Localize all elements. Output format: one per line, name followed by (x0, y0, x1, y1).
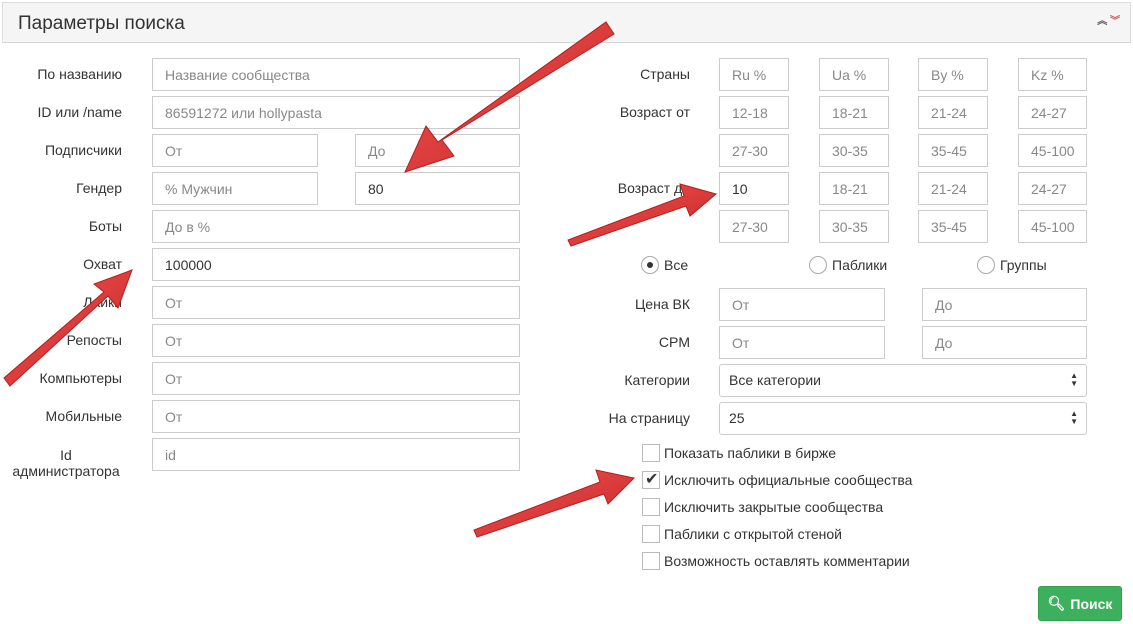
admin-id-label: Id администратора (10, 447, 122, 479)
search-button[interactable]: 🔍︎ Поиск (1038, 586, 1122, 621)
checkbox-show-exchange-label: Показать паблики в бирже (664, 445, 837, 461)
name-label: По названию (37, 66, 122, 82)
gender-male-input[interactable] (152, 172, 318, 205)
reposts-label: Репосты (66, 332, 122, 348)
bots-input[interactable] (152, 210, 520, 243)
checkbox-exclude-official-label: Исключить официальные сообщества (664, 472, 913, 488)
radio-groups[interactable] (977, 256, 995, 274)
age-from-30-35[interactable] (819, 134, 889, 167)
id-input[interactable] (152, 96, 520, 129)
age-to-label: Возраст до (617, 180, 690, 196)
admin-id-label-line1: Id (60, 447, 72, 463)
radio-publics[interactable] (809, 256, 827, 274)
checkbox-exclude-closed-label: Исключить закрытые сообщества (664, 499, 884, 515)
checkmark-icon: ✔ (645, 471, 659, 488)
computers-label: Компьютеры (39, 370, 122, 386)
admin-id-label-line2: администратора (12, 463, 120, 479)
age-to-21-24[interactable] (918, 172, 988, 205)
age-to-value-input[interactable] (719, 172, 789, 205)
age-from-12-18[interactable] (719, 96, 789, 129)
age-from-label: Возраст от (619, 104, 690, 120)
countries-label: Страны (640, 66, 690, 82)
search-icon: 🔍︎ (1047, 595, 1066, 611)
reach-label: Охват (83, 256, 122, 272)
select-caret-icon: ▲ ▼ (1070, 409, 1078, 426)
age-to-24-27[interactable] (1018, 172, 1087, 205)
country-by-input[interactable] (918, 58, 988, 91)
country-ru-input[interactable] (719, 58, 789, 91)
radio-publics-label: Паблики (832, 257, 888, 273)
arrow-to-reach (3, 269, 133, 387)
price-label: Цена ВК (634, 296, 690, 312)
age-from-27-30[interactable] (719, 134, 789, 167)
price-from-input[interactable] (719, 288, 885, 321)
per-page-select-value: 25 (729, 410, 745, 426)
per-page-select[interactable]: 25 ▲ ▼ (719, 402, 1087, 435)
admin-id-input[interactable] (152, 438, 520, 471)
bots-label: Боты (88, 218, 122, 234)
checkbox-show-exchange[interactable] (642, 444, 660, 462)
cpm-from-input[interactable] (719, 326, 885, 359)
arrow-to-checkbox (473, 469, 636, 538)
panel-header: Параметры поиска ︽ ︾ (2, 2, 1131, 43)
checkbox-comments-label: Возможность оставлять комментарии (664, 553, 910, 569)
age-to-30-35[interactable] (819, 210, 889, 243)
radio-all[interactable] (641, 256, 659, 274)
age-from-24-27[interactable] (1018, 96, 1087, 129)
panel-tools[interactable]: ︽ ︾ (1097, 17, 1120, 27)
likes-label: Лайки (83, 294, 122, 310)
likes-input[interactable] (152, 286, 520, 319)
checkbox-exclude-closed[interactable] (642, 498, 660, 516)
age-from-21-24[interactable] (918, 96, 988, 129)
categories-select-value: Все категории (729, 372, 821, 388)
subscribers-label: Подписчики (44, 142, 122, 158)
cpm-label: CPM (658, 334, 690, 350)
collapse-down-icon[interactable]: ︾ (1110, 17, 1120, 27)
select-caret-icon: ▲ ▼ (1070, 371, 1078, 388)
reposts-input[interactable] (152, 324, 520, 357)
age-from-45-100[interactable] (1018, 134, 1087, 167)
age-to-35-45[interactable] (918, 210, 988, 243)
id-label: ID или /name (37, 104, 123, 120)
radio-all-label: Все (664, 257, 689, 273)
cpm-to-input[interactable] (922, 326, 1087, 359)
checkbox-open-wall-label: Паблики с открытой стеной (664, 526, 842, 542)
age-to-18-21[interactable] (819, 172, 889, 205)
name-input[interactable] (152, 58, 520, 91)
panel-title: Параметры поиска (18, 13, 185, 34)
gender-value-input[interactable] (355, 172, 520, 205)
per-page-label: На страницу (608, 410, 690, 426)
mobile-label: Мобильные (45, 408, 123, 424)
price-to-input[interactable] (922, 288, 1087, 321)
subscribers-to-input[interactable] (355, 134, 520, 167)
radio-groups-label: Группы (1000, 257, 1047, 273)
checkbox-open-wall[interactable] (642, 525, 660, 543)
search-button-label: Поиск (1070, 595, 1113, 612)
checkbox-comments[interactable] (642, 552, 660, 570)
reach-input[interactable] (152, 248, 520, 281)
computers-input[interactable] (152, 362, 520, 395)
collapse-up-icon[interactable]: ︽ (1097, 17, 1107, 27)
country-ua-input[interactable] (819, 58, 889, 91)
categories-select[interactable]: Все категории ▲ ▼ (719, 364, 1087, 397)
age-from-18-21[interactable] (819, 96, 889, 129)
gender-label: Гендер (76, 180, 122, 196)
checkbox-exclude-official[interactable]: ✔ (642, 471, 660, 489)
categories-label: Категории (624, 372, 690, 388)
age-from-35-45[interactable] (918, 134, 988, 167)
age-to-45-100[interactable] (1018, 210, 1087, 243)
country-kz-input[interactable] (1018, 58, 1087, 91)
mobile-input[interactable] (152, 400, 520, 433)
age-to-27-30[interactable] (719, 210, 789, 243)
subscribers-from-input[interactable] (152, 134, 318, 167)
